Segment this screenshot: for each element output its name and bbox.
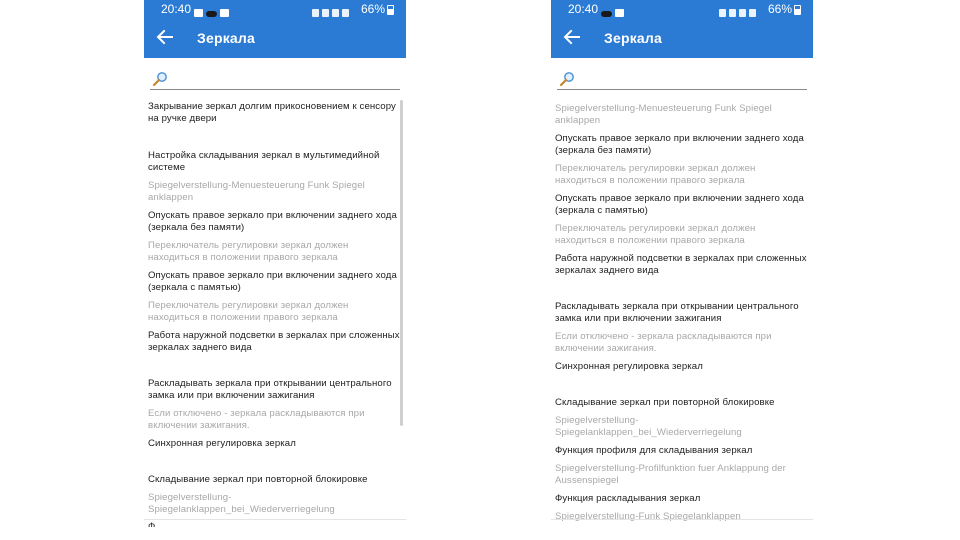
notification-icons xyxy=(194,4,234,17)
battery-icon xyxy=(794,5,801,15)
lte-icon xyxy=(332,9,339,17)
setting-title[interactable]: Функция раскладывания зеркал xyxy=(555,493,809,505)
system-icons xyxy=(719,4,759,17)
setting-title[interactable]: Складывание зеркал при повторной блокиро… xyxy=(555,397,809,409)
status-time: 20:40 xyxy=(161,2,192,16)
left-phone-screen: 20:40 66% Зеркала Закрывание зеркал долг… xyxy=(144,0,406,540)
back-arrow-button[interactable] xyxy=(563,27,581,47)
battery-icon xyxy=(387,5,394,15)
setting-title[interactable]: Опускать правое зеркало при включении за… xyxy=(555,133,809,157)
arrow-back-icon xyxy=(563,29,580,45)
search-input[interactable] xyxy=(172,69,392,88)
notification-icons xyxy=(601,4,641,17)
arrow-back-icon xyxy=(156,29,173,45)
setting-title[interactable]: Складывание зеркал при повторной блокиро… xyxy=(148,474,402,486)
signal-icon xyxy=(342,9,349,17)
setting-title[interactable]: Синхронная регулировка зеркал xyxy=(555,361,809,373)
setting-title[interactable]: Функция профиля для складывания зеркал xyxy=(555,445,809,457)
alarm-icon xyxy=(719,9,726,17)
setting-title[interactable]: Настройка складывания зеркал в мультимед… xyxy=(148,150,402,174)
cloud-icon xyxy=(206,11,217,17)
setting-description: Переключатель регулировки зеркал должен … xyxy=(148,240,349,263)
setting-description: Spiegelverstellung-Menuesteuerung Funk S… xyxy=(555,103,772,126)
image-icon xyxy=(615,9,624,17)
setting-description: Переключатель регулировки зеркал должен … xyxy=(555,223,756,246)
setting-description: Переключатель регулировки зеркал должен … xyxy=(555,163,756,186)
setting-title[interactable]: Синхронная регулировка зеркал xyxy=(148,438,402,450)
alarm-icon xyxy=(312,9,319,17)
search-bar[interactable] xyxy=(150,69,400,90)
setting-description: Spiegelverstellung-Profilfunktion fuer A… xyxy=(555,463,786,486)
magnifier-icon xyxy=(152,72,167,87)
battery-percent: 66% xyxy=(361,2,386,16)
cloud-icon xyxy=(601,11,612,17)
search-bar[interactable] xyxy=(557,69,807,90)
partial-list-item: Ф xyxy=(148,521,156,527)
setting-title[interactable]: Опускать правое зеркало при включении за… xyxy=(555,193,809,217)
back-arrow-button[interactable] xyxy=(156,27,174,47)
divider xyxy=(551,519,813,520)
setting-title[interactable]: Раскладывать зеркала при открывании цент… xyxy=(555,301,809,325)
setting-title[interactable]: Закрывание зеркал долгим прикосновением … xyxy=(148,101,402,125)
setting-title[interactable]: Раскладывать зеркала при открывании цент… xyxy=(148,378,402,402)
battery-percent: 66% xyxy=(768,2,793,16)
setting-description: Spiegelverstellung-Menuesteuerung Funk S… xyxy=(148,180,365,203)
right-phone-screen: 20:40 66% Зеркала Spiegelverstellung-Men… xyxy=(551,0,813,540)
page-title: Зеркала xyxy=(197,30,255,46)
setting-description: Spiegelverstellung-Spiegelanklappen_bei_… xyxy=(555,415,742,438)
search-input[interactable] xyxy=(579,69,799,88)
divider xyxy=(144,519,406,520)
setting-title[interactable]: Опускать правое зеркало при включении за… xyxy=(148,270,402,294)
bluetooth-icon xyxy=(729,9,736,17)
status-bar: 20:40 66% xyxy=(144,0,406,18)
scrollbar[interactable] xyxy=(400,100,403,426)
message-icon xyxy=(194,9,203,17)
setting-description: Переключатель регулировки зеркал должен … xyxy=(148,300,349,323)
app-bar: 20:40 66% Зеркала xyxy=(551,0,813,58)
status-bar: 20:40 66% xyxy=(551,0,813,18)
page-title: Зеркала xyxy=(604,30,662,46)
system-icons xyxy=(312,4,352,17)
setting-description: Если отключено - зеркала раскладываются … xyxy=(555,331,772,354)
setting-title[interactable]: Опускать правое зеркало при включении за… xyxy=(148,210,402,234)
setting-title[interactable]: Работа наружной подсветки в зеркалах при… xyxy=(555,253,809,277)
setting-description: Spiegelverstellung-Spiegelanklappen_bei_… xyxy=(148,492,335,515)
setting-description: Если отключено - зеркала раскладываются … xyxy=(148,408,365,431)
lte-icon xyxy=(739,9,746,17)
setting-title[interactable]: Работа наружной подсветки в зеркалах при… xyxy=(148,330,402,354)
setting-description: Spiegelverstellung-Funk Spiegelanklappen xyxy=(555,511,741,522)
bluetooth-icon xyxy=(322,9,329,17)
app-bar: 20:40 66% Зеркала xyxy=(144,0,406,58)
signal-icon xyxy=(749,9,756,17)
image-icon xyxy=(220,9,229,17)
status-time: 20:40 xyxy=(568,2,599,16)
magnifier-icon xyxy=(559,72,574,87)
